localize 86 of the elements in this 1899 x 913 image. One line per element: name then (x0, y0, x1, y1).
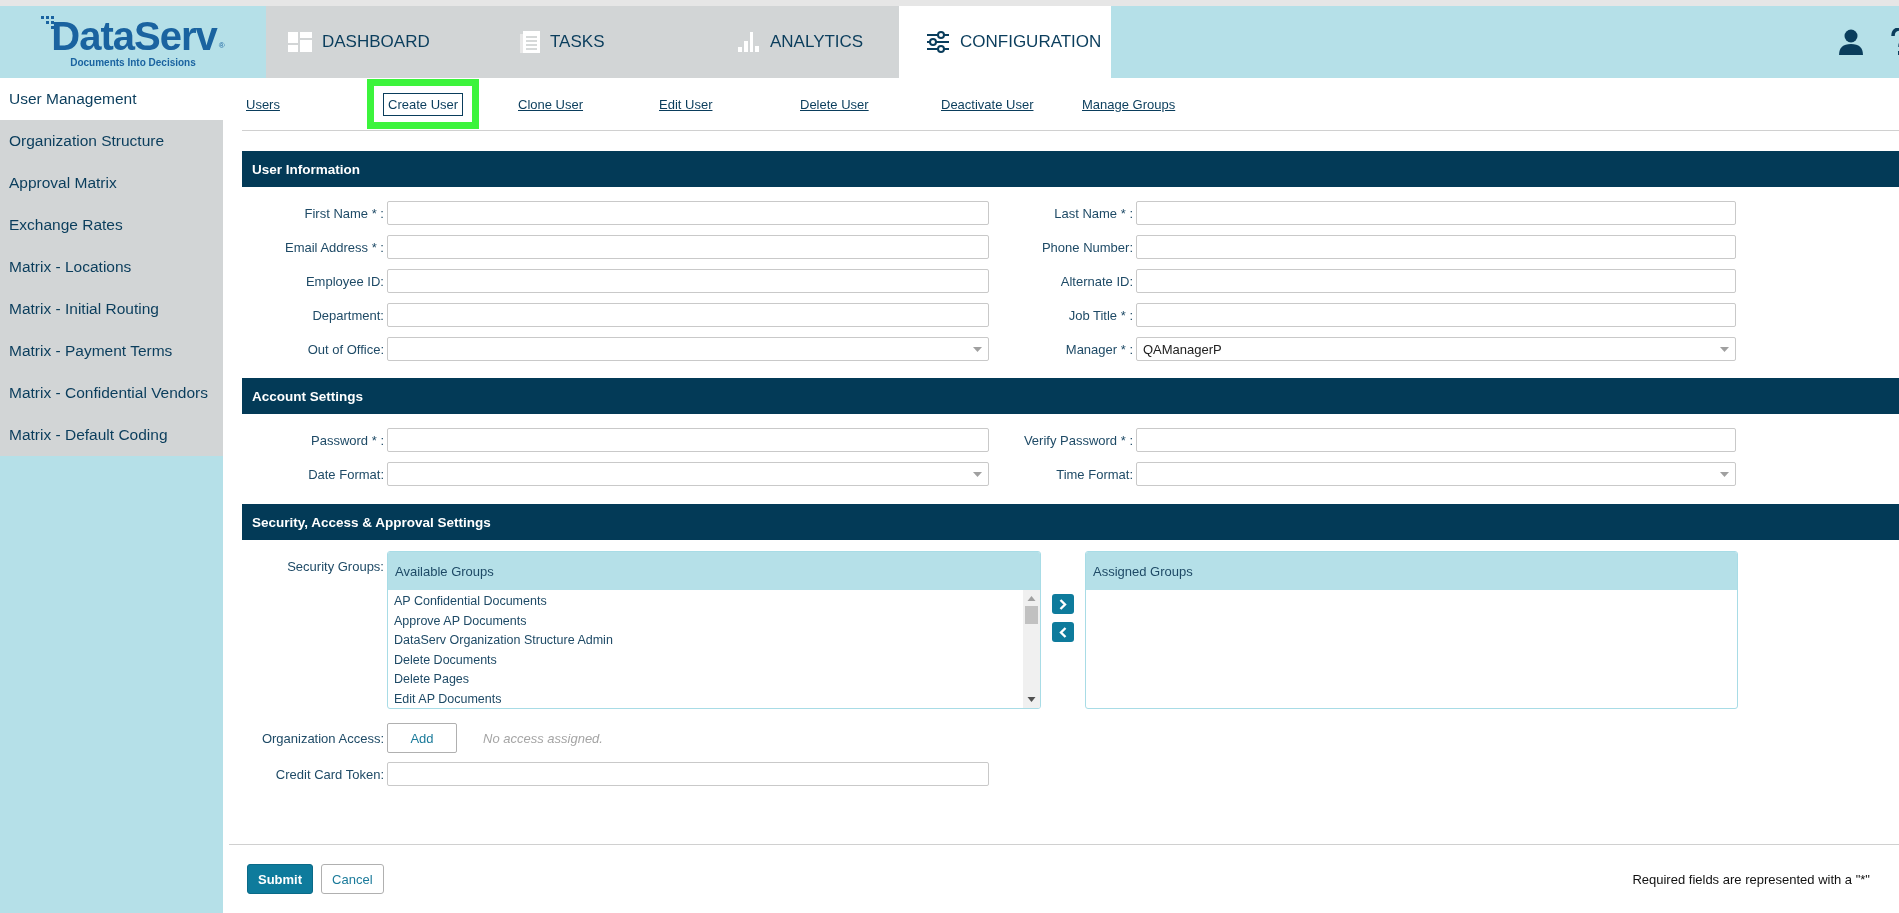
sidebar-item[interactable]: Matrix - Locations (0, 246, 223, 288)
list-option[interactable]: Delete Documents (394, 650, 1023, 670)
list-option[interactable]: AP Confidential Documents (394, 592, 1023, 612)
dropdown[interactable] (387, 462, 989, 486)
text-field[interactable] (387, 762, 989, 786)
field-label: Phone Number: (1040, 239, 1133, 255)
field-label: Last Name * : (1053, 205, 1133, 221)
bar-chart-icon (738, 32, 760, 52)
field-label: Verify Password * : (1022, 432, 1133, 448)
sub-nav-link[interactable]: Edit User (655, 94, 717, 115)
empty-note: No access assigned. (483, 730, 603, 746)
chevron-left-icon (1059, 626, 1067, 638)
sidebar-item[interactable]: Approval Matrix (0, 162, 223, 204)
sub-nav-link[interactable]: Delete User (796, 94, 873, 115)
pixel-dots-icon (41, 16, 56, 30)
list-option[interactable]: Delete Pages (394, 670, 1023, 690)
text-field[interactable] (387, 201, 989, 225)
caret-icon (1720, 346, 1729, 352)
add-button[interactable]: Add (387, 723, 457, 753)
section-header: Account Settings (242, 378, 1899, 414)
sidebar-item[interactable]: Matrix - Initial Routing (0, 288, 223, 330)
section-header: User Information (242, 151, 1899, 187)
sub-nav-link[interactable]: Users (242, 94, 284, 115)
user-icon[interactable] (1839, 29, 1863, 55)
sidebar-item[interactable]: Matrix - Default Coding (0, 414, 223, 456)
section-header: Security, Access & Approval Settings (242, 504, 1899, 540)
sidebar-item[interactable]: Exchange Rates (0, 204, 223, 246)
sidebar-item[interactable]: Organization Structure (0, 120, 223, 162)
dropdown[interactable] (387, 337, 989, 361)
dropdown[interactable]: QAManagerP (1136, 337, 1736, 361)
logo-tagline: Documents Into Decisions (70, 57, 196, 68)
sidebar-item[interactable]: Matrix - Confidential Vendors (0, 372, 223, 414)
field-label: Employee ID: (304, 273, 384, 289)
field-label: Email Address * : (284, 239, 384, 255)
required-note: Required fields are represented with a "*" (1632, 871, 1870, 887)
sidebar-item[interactable]: User Management (0, 78, 223, 120)
dashboard-icon (288, 32, 312, 52)
field-label: Alternate ID: (1059, 273, 1133, 289)
submit-button[interactable]: Submit (247, 864, 314, 894)
list-header: Available Groups (388, 552, 1040, 590)
list-option[interactable]: Edit AP Documents (394, 689, 1023, 708)
caret-icon (1720, 471, 1729, 477)
field-label: Credit Card Token: (274, 766, 384, 782)
caret-icon (973, 471, 982, 477)
field-label: Password * : (310, 432, 384, 448)
dropdown[interactable] (1136, 462, 1736, 486)
text-field[interactable] (1136, 201, 1736, 225)
field-label: Organization Access: (260, 730, 384, 746)
nav-tab[interactable]: ANALYTICS (688, 6, 899, 78)
text-field[interactable] (387, 269, 989, 293)
text-field[interactable] (387, 303, 989, 327)
sidebar-item[interactable]: Matrix - Payment Terms (0, 330, 223, 372)
document-icon (520, 31, 540, 53)
field-label: Out of Office: (306, 341, 384, 357)
sub-nav-link[interactable]: Create User (383, 93, 464, 116)
field-label: Manager * : (1064, 341, 1133, 357)
logo-name: DataServ (51, 16, 217, 56)
field-label: Security Groups: (287, 558, 384, 576)
text-field[interactable] (1136, 428, 1736, 452)
field-label: Job Title * : (1067, 307, 1133, 323)
text-field[interactable] (1136, 303, 1736, 327)
cancel-button[interactable]: Cancel (321, 864, 384, 894)
field-label: Department: (311, 307, 384, 323)
nav-tab[interactable]: CONFIGURATION (899, 6, 1111, 78)
list-header: Assigned Groups (1086, 552, 1737, 590)
move-left-button[interactable] (1052, 622, 1074, 642)
list-option[interactable]: DataServ Organization Structure Admin (394, 631, 1023, 651)
text-field[interactable] (387, 428, 989, 452)
sub-nav-link[interactable]: Manage Groups (1078, 94, 1180, 115)
move-right-button[interactable] (1052, 594, 1074, 614)
field-label: First Name * : (303, 205, 384, 221)
list-option[interactable]: Approve AP Documents (394, 611, 1023, 631)
sliders-icon (926, 31, 950, 53)
caret-icon (973, 346, 982, 352)
nav-tab[interactable]: TASKS (478, 6, 688, 78)
sub-nav-link[interactable]: Deactivate User (937, 94, 1038, 115)
text-field[interactable] (1136, 235, 1736, 259)
scrollbar[interactable] (1023, 590, 1040, 708)
sub-nav-link[interactable]: Clone User (514, 94, 588, 115)
field-label: Time Format: (1055, 466, 1133, 482)
nav-tab[interactable]: DASHBOARD (266, 6, 478, 78)
chevron-right-icon (1059, 598, 1067, 610)
text-field[interactable] (387, 235, 989, 259)
field-label: Date Format: (307, 466, 384, 482)
registered-mark: ® (218, 41, 225, 50)
text-field[interactable] (1136, 269, 1736, 293)
